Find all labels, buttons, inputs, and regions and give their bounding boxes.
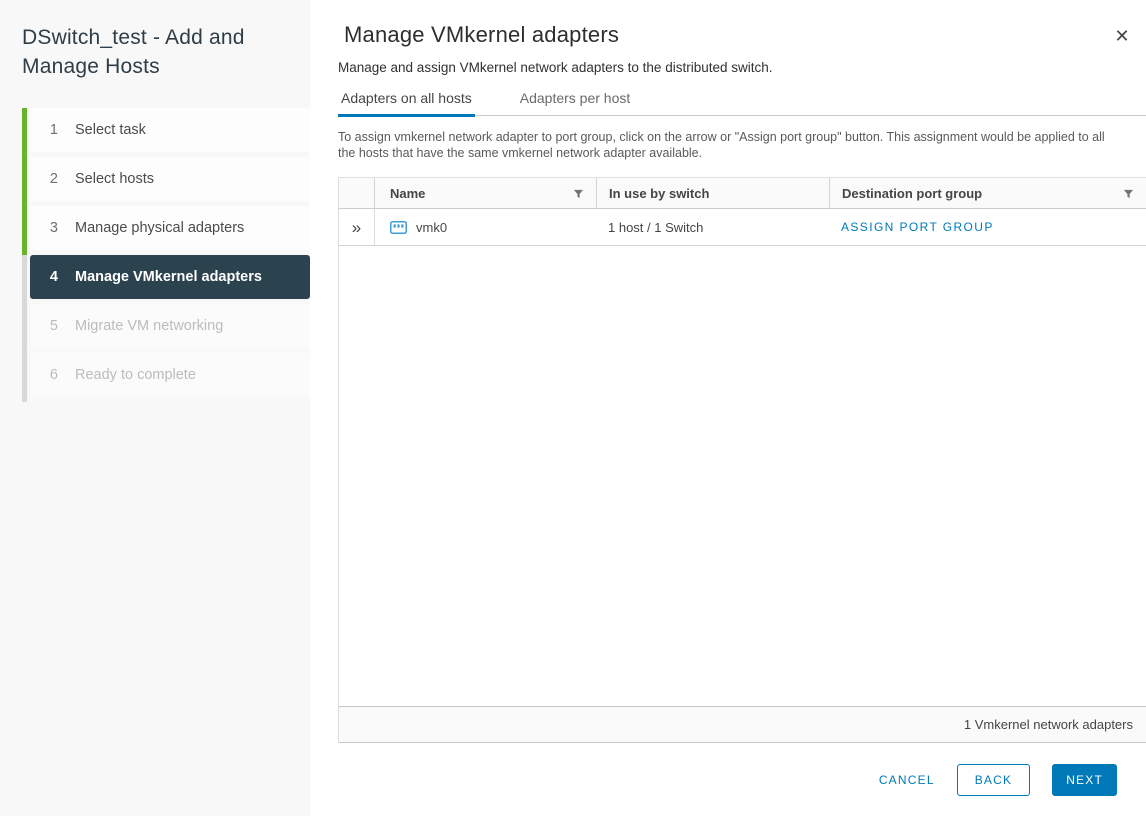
next-button[interactable]: NEXT	[1052, 764, 1117, 796]
tab-adapters-per-host[interactable]: Adapters per host	[517, 90, 634, 117]
step-migrate-vm-networking: 5 Migrate VM networking	[30, 304, 310, 348]
column-header-label: Name	[390, 186, 425, 201]
step-label: Ready to complete	[75, 367, 196, 383]
step-label: Manage physical adapters	[75, 220, 244, 236]
wizard-actions: CANCEL BACK NEXT	[879, 764, 1117, 796]
close-icon[interactable]: ✕	[1110, 24, 1134, 48]
table-empty-area	[339, 246, 1146, 706]
column-header-label: In use by switch	[609, 186, 709, 201]
row-in-use-cell: 1 host / 1 Switch	[596, 209, 829, 245]
column-header-destination-port-group[interactable]: Destination port group	[829, 178, 1146, 208]
progress-rail-completed	[22, 108, 27, 255]
assign-port-group-button[interactable]: ASSIGN PORT GROUP	[841, 220, 994, 234]
progress-rail-remaining	[22, 255, 27, 402]
column-header-in-use-by-switch[interactable]: In use by switch	[596, 178, 829, 208]
wizard-main-panel: ✕ Manage VMkernel adapters Manage and as…	[310, 0, 1146, 816]
step-select-hosts[interactable]: 2 Select hosts	[30, 157, 310, 201]
step-select-task[interactable]: 1 Select task	[30, 108, 310, 152]
back-button[interactable]: BACK	[957, 764, 1030, 796]
vmkernel-adapter-icon	[390, 221, 407, 234]
step-label: Migrate VM networking	[75, 318, 223, 334]
page-subtitle: Manage and assign VMkernel network adapt…	[338, 60, 1146, 75]
expand-row-icon[interactable]: »	[352, 219, 361, 236]
tab-bar: Adapters on all hosts Adapters per host	[338, 90, 1146, 116]
step-number: 3	[46, 220, 58, 236]
assignment-instructions: To assign vmkernel network adapter to po…	[338, 129, 1112, 161]
wizard-sidebar: DSwitch_test - Add and Manage Hosts 1 Se…	[0, 0, 310, 816]
step-number: 6	[46, 367, 58, 383]
step-number: 1	[46, 122, 58, 138]
adapter-name: vmk0	[416, 220, 447, 235]
tab-adapters-on-all-hosts[interactable]: Adapters on all hosts	[338, 90, 475, 117]
column-header-label: Destination port group	[842, 186, 982, 201]
step-label: Select task	[75, 122, 146, 138]
filter-icon[interactable]	[573, 188, 584, 199]
table-row-vmk0: » vmk0 1 host / 1 Switch ASSIGN PORT GRO…	[339, 209, 1146, 246]
step-label: Manage VMkernel adapters	[75, 269, 262, 285]
adapter-count-label: 1 Vmkernel network adapters	[964, 717, 1133, 732]
table-footer: 1 Vmkernel network adapters	[339, 706, 1146, 743]
wizard-steps: 1 Select task 2 Select hosts 3 Manage ph…	[0, 108, 310, 397]
step-manage-physical-adapters[interactable]: 3 Manage physical adapters	[30, 206, 310, 250]
step-ready-to-complete: 6 Ready to complete	[30, 353, 310, 397]
page-title: Manage VMkernel adapters	[344, 22, 1146, 48]
in-use-value: 1 host / 1 Switch	[608, 220, 703, 235]
row-expander-cell: »	[339, 209, 374, 245]
step-number: 4	[46, 269, 58, 285]
vmkernel-adapters-table: Name In use by switch Destination port g…	[338, 177, 1146, 743]
row-destination-cell: ASSIGN PORT GROUP	[829, 209, 1146, 245]
wizard-title: DSwitch_test - Add and Manage Hosts	[0, 0, 310, 82]
column-header-name[interactable]: Name	[374, 178, 596, 208]
step-number: 2	[46, 171, 58, 187]
step-number: 5	[46, 318, 58, 334]
cancel-button[interactable]: CANCEL	[879, 773, 935, 787]
expander-column-header	[339, 178, 374, 208]
filter-icon[interactable]	[1123, 188, 1134, 199]
step-manage-vmkernel-adapters[interactable]: 4 Manage VMkernel adapters	[30, 255, 310, 299]
table-header-row: Name In use by switch Destination port g…	[339, 177, 1146, 209]
step-label: Select hosts	[75, 171, 154, 187]
page-header: Manage VMkernel adapters Manage and assi…	[310, 0, 1146, 75]
row-name-cell: vmk0	[374, 209, 596, 245]
